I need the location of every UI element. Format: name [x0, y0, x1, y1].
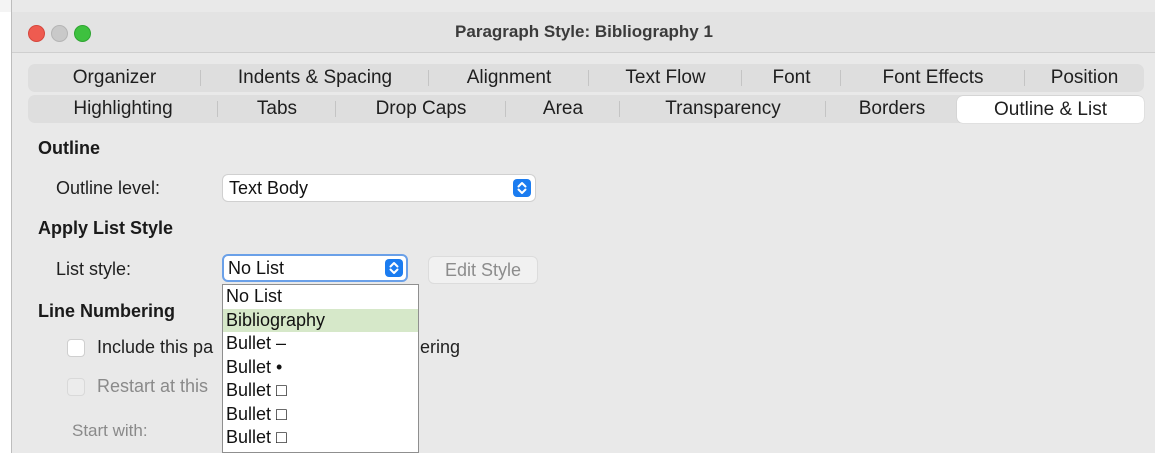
tab-borders[interactable]: Borders: [826, 95, 958, 123]
tab-indents-spacing[interactable]: Indents & Spacing: [201, 64, 429, 92]
tab-text-flow[interactable]: Text Flow: [589, 64, 742, 92]
include-line-numbering-label: Include this pa: [97, 337, 214, 357]
tab-row-1: Organizer Indents & Spacing Alignment Te…: [28, 64, 1144, 92]
start-with-label: Start with:: [72, 421, 148, 440]
tab-highlighting[interactable]: Highlighting: [28, 95, 218, 123]
window-title: Paragraph Style: Bibliography 1: [455, 22, 713, 41]
restart-numbering-checkbox[interactable]: [67, 378, 85, 396]
tab-outline-list[interactable]: Outline & List: [957, 96, 1144, 123]
tab-area[interactable]: Area: [506, 95, 620, 123]
tab-row-2: Highlighting Tabs Drop Caps Area Transpa…: [28, 95, 1144, 123]
dropdown-option[interactable]: Bullet □: [223, 403, 418, 427]
tab-tabs[interactable]: Tabs: [218, 95, 336, 123]
chevron-updown-icon: [385, 259, 403, 277]
list-style-value: No List: [228, 258, 285, 278]
outline-level-select[interactable]: Text Body: [222, 174, 536, 202]
include-line-numbering-label-tail: ering: [420, 337, 461, 357]
line-numbering-heading: Line Numbering: [38, 301, 176, 321]
outline-heading: Outline: [38, 138, 100, 158]
list-style-dropdown: No List Bibliography Bullet – Bullet • B…: [222, 284, 419, 453]
tab-transparency[interactable]: Transparency: [620, 95, 826, 123]
chevron-updown-icon: [513, 179, 531, 197]
restart-numbering-label: Restart at this: [97, 376, 209, 396]
tab-position[interactable]: Position: [1025, 64, 1144, 92]
dropdown-option[interactable]: Bullet □: [223, 426, 418, 450]
list-style-label: List style:: [56, 259, 132, 279]
dropdown-option[interactable]: Bullet □: [223, 379, 418, 403]
dialog-window: Paragraph Style: Bibliography 1 Organize…: [11, 0, 1155, 453]
dropdown-option[interactable]: Bibliography: [223, 308, 418, 332]
tab-alignment[interactable]: Alignment: [429, 64, 589, 92]
tab-organizer[interactable]: Organizer: [28, 64, 201, 92]
dropdown-option[interactable]: Bullet –: [223, 332, 418, 356]
dropdown-option[interactable]: No List: [223, 285, 418, 309]
list-style-heading: Apply List Style: [38, 218, 174, 238]
outline-level-value: Text Body: [229, 178, 309, 198]
list-style-select[interactable]: No List: [222, 254, 408, 282]
outline-level-label: Outline level:: [56, 178, 161, 198]
title-bar: Paragraph Style: Bibliography 1: [12, 12, 1155, 53]
tab-drop-caps[interactable]: Drop Caps: [336, 95, 506, 123]
dropdown-option[interactable]: Bullet •: [223, 356, 418, 380]
tab-font[interactable]: Font: [742, 64, 841, 92]
tab-font-effects[interactable]: Font Effects: [841, 64, 1025, 92]
edit-style-button[interactable]: Edit Style: [428, 256, 538, 284]
include-line-numbering-checkbox[interactable]: [67, 339, 85, 357]
